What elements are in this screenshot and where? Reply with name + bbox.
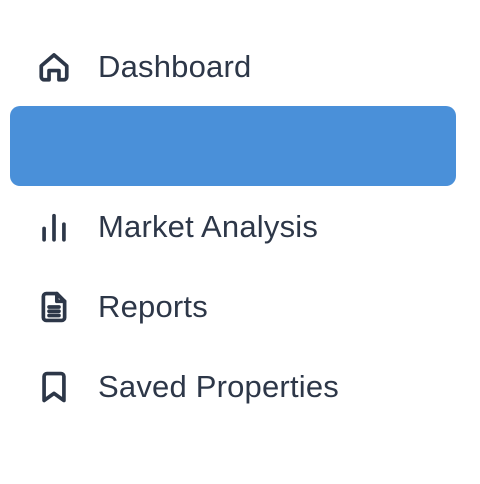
sidebar-item-active[interactable] <box>10 106 456 186</box>
sidebar-nav: Dashboard Market Analysis Reports Saved … <box>0 0 480 484</box>
sidebar-item-label: Market Analysis <box>98 209 319 244</box>
document-icon <box>36 289 72 325</box>
sidebar-item-label: Reports <box>98 289 208 324</box>
sidebar-item-reports[interactable]: Reports <box>10 267 456 347</box>
bar-chart-icon <box>36 209 72 245</box>
home-icon <box>36 49 72 85</box>
bookmark-icon <box>36 369 72 405</box>
sidebar-item-dashboard[interactable]: Dashboard <box>10 27 456 107</box>
sidebar-item-label: Dashboard <box>98 49 252 84</box>
sidebar-item-market-analysis[interactable]: Market Analysis <box>10 187 456 267</box>
sidebar-item-saved-properties[interactable]: Saved Properties <box>10 347 456 427</box>
sidebar-item-label: Saved Properties <box>98 369 339 404</box>
